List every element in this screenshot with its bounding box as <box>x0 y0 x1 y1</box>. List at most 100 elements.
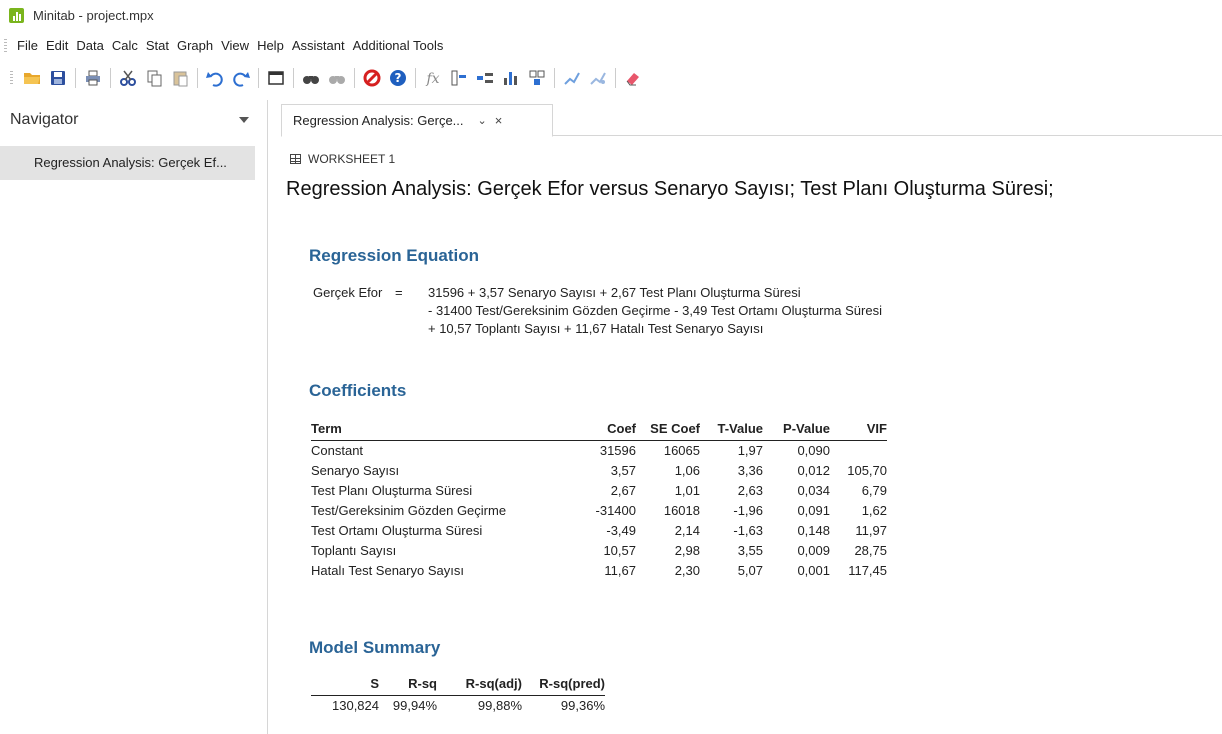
menu-stat[interactable]: Stat <box>142 36 173 56</box>
worksheet-grid-icon <box>290 154 301 164</box>
menu-data[interactable]: Data <box>72 36 107 56</box>
table-cell: Test Planı Oluşturma Süresi <box>311 482 473 498</box>
toolbar-separator <box>554 68 555 88</box>
close-icon[interactable]: × <box>495 113 503 128</box>
redo-icon[interactable] <box>230 67 252 89</box>
table-cell: 0,009 <box>797 542 830 558</box>
worksheet-label: WORKSHEET 1 <box>290 152 395 166</box>
table-cell: 0,034 <box>797 482 830 498</box>
chevron-down-icon[interactable]: ⌄ <box>478 114 487 127</box>
column-icon[interactable] <box>448 67 470 89</box>
model-summary-table: S R-sq R-sq(adj) R-sq(pred) 130,824 99,9… <box>311 675 605 715</box>
table-cell: 1,62 <box>861 502 887 518</box>
table-cell: 99,94% <box>392 697 437 713</box>
table-row: Constant 31596 16065 1,97 0,090 <box>311 440 887 460</box>
regression-equation: Gerçek Efor = 31596 + 3,57 Senaryo Sayıs… <box>313 284 882 338</box>
table-header-row: Term Coef SE Coef T-Value P-Value VIF <box>311 420 887 441</box>
table-cell: 11,97 <box>855 522 887 538</box>
table-row: Test Planı Oluşturma Süresi 2,67 1,01 2,… <box>311 480 887 500</box>
table-cell: 31596 <box>599 442 636 458</box>
menu-graph[interactable]: Graph <box>173 36 217 56</box>
brush-icon[interactable] <box>561 67 583 89</box>
table-cell: -31400 <box>595 502 636 518</box>
toolbar-separator <box>293 68 294 88</box>
copy-icon[interactable] <box>143 67 165 89</box>
title-bar: Minitab - project.mpx <box>0 0 1222 30</box>
svg-text:fx: fx <box>425 71 439 87</box>
table-cell: 3,57 <box>610 462 636 478</box>
table-cell: 117,45 <box>848 562 887 578</box>
table-cell: 1,97 <box>737 442 763 458</box>
eraser-icon[interactable] <box>622 67 644 89</box>
paste-icon[interactable] <box>169 67 191 89</box>
table-cell: 16065 <box>663 442 700 458</box>
table-cell: 3,55 <box>737 542 763 558</box>
toolbar-separator <box>75 68 76 88</box>
table-row: Test/Gereksinim Gözden Geçirme -31400 16… <box>311 500 887 520</box>
menu-grip <box>4 39 7 53</box>
column-header: R-sq(adj) <box>437 675 522 696</box>
caret-down-icon[interactable] <box>239 117 249 123</box>
equation-equals: = <box>395 285 403 300</box>
table-header-row: S R-sq R-sq(adj) R-sq(pred) <box>311 675 605 696</box>
table-cell: 2,98 <box>674 542 700 558</box>
toolbar-separator <box>110 68 111 88</box>
menu-calc[interactable]: Calc <box>108 36 142 56</box>
column-header: R-sq(pred) <box>522 675 605 696</box>
regression-equation-heading: Regression Equation <box>309 246 480 265</box>
equation-lhs: Gerçek Efor <box>313 285 383 300</box>
toolbar-separator <box>354 68 355 88</box>
equation-line: - 31400 Test/Gereksinim Gözden Geçirme -… <box>428 303 882 318</box>
edit-graph-icon[interactable] <box>587 67 609 89</box>
menu-view[interactable]: View <box>217 36 253 56</box>
table-row: Senaryo Sayısı 3,57 1,06 3,36 0,012 105,… <box>311 460 887 480</box>
chart-icon[interactable] <box>500 67 522 89</box>
equation-line: + 10,57 Toplantı Sayısı + 11,67 Hatalı T… <box>428 321 764 336</box>
column-header: P-Value <box>763 420 830 441</box>
output-tabstrip: Regression Analysis: Gerçe... ⌄ × <box>281 104 1222 137</box>
minitab-logo-icon <box>9 7 24 23</box>
table-cell: 28,75 <box>854 542 887 558</box>
window-icon[interactable] <box>265 67 287 89</box>
save-icon[interactable] <box>47 67 69 89</box>
table-cell: 2,63 <box>737 482 763 498</box>
table-cell: 6,79 <box>861 482 887 498</box>
undo-icon[interactable] <box>204 67 226 89</box>
table-cell: 99,88% <box>477 697 522 713</box>
help-icon[interactable]: ? <box>387 67 409 89</box>
replace-icon[interactable] <box>326 67 348 89</box>
layout-icon[interactable] <box>526 67 548 89</box>
table-cell: 2,67 <box>610 482 636 498</box>
navigator-header: Navigator <box>0 100 267 140</box>
function-icon[interactable]: fx <box>422 67 444 89</box>
table-cell: -1,96 <box>733 502 763 518</box>
column-header: Term <box>311 420 581 441</box>
menu-file[interactable]: File <box>13 36 42 56</box>
table-cell <box>830 440 887 460</box>
cut-icon[interactable] <box>117 67 139 89</box>
menu-edit[interactable]: Edit <box>42 36 72 56</box>
menu-bar: File Edit Data Calc Stat Graph View Help… <box>0 34 447 58</box>
row-icon[interactable] <box>474 67 496 89</box>
toolbar-separator <box>258 68 259 88</box>
cancel-icon[interactable] <box>361 67 383 89</box>
menu-help[interactable]: Help <box>253 36 288 56</box>
print-icon[interactable] <box>82 67 104 89</box>
navigator-item-regression[interactable]: Regression Analysis: Gerçek Ef... <box>0 146 255 180</box>
toolbar-separator <box>615 68 616 88</box>
tab-regression-analysis[interactable]: Regression Analysis: Gerçe... ⌄ × <box>281 104 553 137</box>
find-icon[interactable] <box>300 67 322 89</box>
analysis-title: Regression Analysis: Gerçek Efor versus … <box>286 178 1054 200</box>
column-header: Coef <box>581 420 636 441</box>
toolbar: ? fx <box>0 62 1222 94</box>
toolbar-separator <box>415 68 416 88</box>
open-folder-icon[interactable] <box>21 67 43 89</box>
table-cell: 1,06 <box>674 462 700 478</box>
table-cell: 0,001 <box>797 562 830 578</box>
worksheet-name: WORKSHEET 1 <box>308 152 396 166</box>
table-cell: 3,36 <box>737 462 763 478</box>
column-header: SE Coef <box>636 420 700 441</box>
menu-assistant[interactable]: Assistant <box>288 36 349 56</box>
menu-additional-tools[interactable]: Additional Tools <box>349 36 448 56</box>
table-cell: 0,090 <box>797 442 830 458</box>
